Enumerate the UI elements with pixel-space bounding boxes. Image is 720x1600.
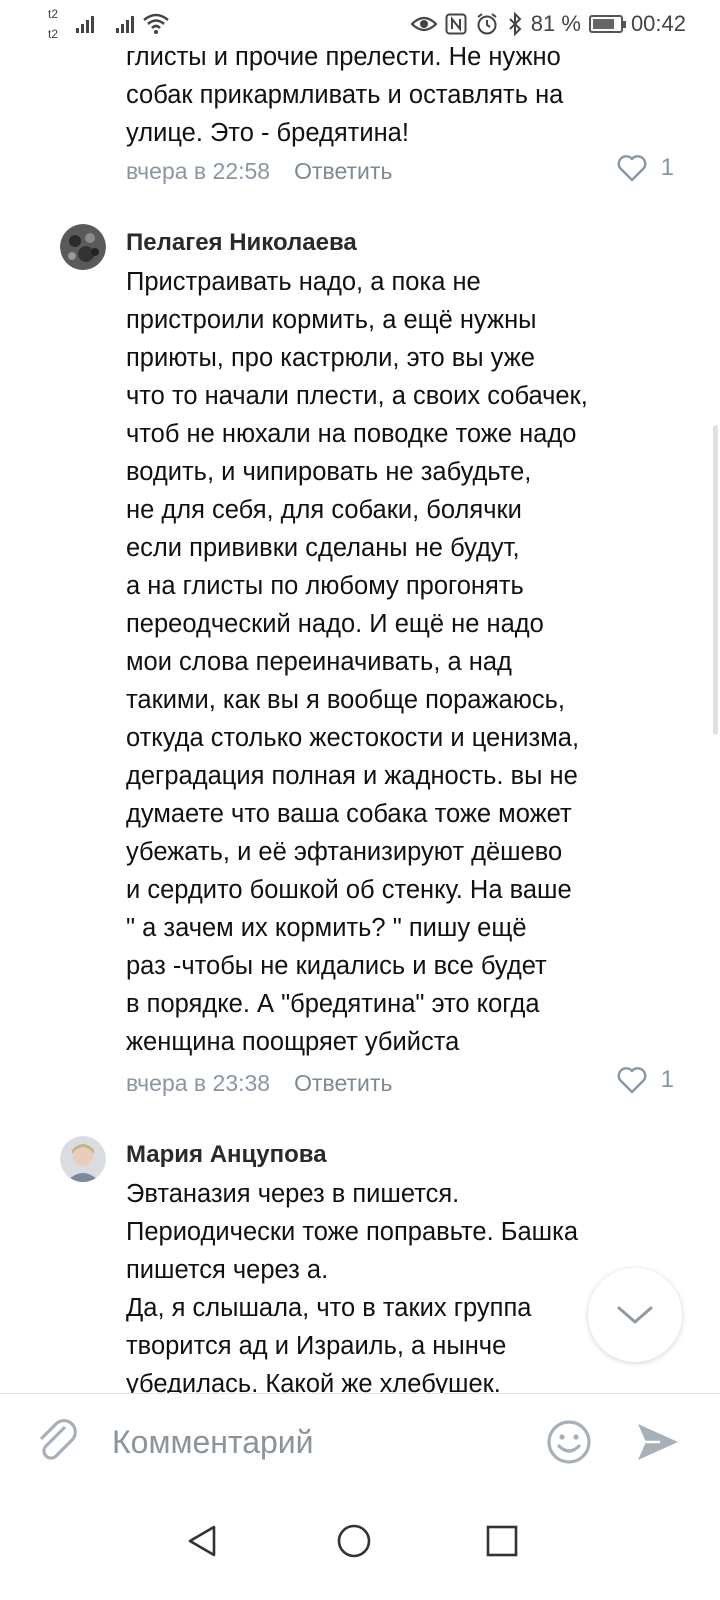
comment-meta: вчера в 23:38 Ответить	[126, 1068, 392, 1098]
chevron-down-icon	[617, 1306, 653, 1324]
paperclip-icon[interactable]	[34, 1418, 82, 1466]
like-count: 1	[660, 1066, 674, 1093]
comment-line: откуда столько жестокости и ценизма,	[126, 724, 580, 752]
comment-line: Пристраивать надо, а пока не	[126, 268, 481, 296]
triangle-back-icon	[188, 1525, 216, 1557]
comment-line: пристроили кормить, а ещё нужны	[126, 306, 537, 334]
comment-line: женщина поощряет убийста	[126, 1028, 460, 1056]
comment-line: если прививки сделаны не будут,	[126, 534, 520, 562]
nav-home-button[interactable]	[324, 1511, 384, 1571]
nav-recents-button[interactable]	[472, 1511, 532, 1571]
comment-line: мои слова переиначивать, а над	[126, 648, 512, 676]
circle-home-icon	[337, 1524, 371, 1558]
square-recents-icon	[486, 1525, 518, 1557]
battery-icon	[588, 15, 626, 33]
comment-line: водить, и чипировать не забудьте,	[126, 458, 532, 486]
comment-line: не для себя, для собаки, болячки	[126, 496, 522, 524]
comment-line: " а зачем их кормить? " пишу ещё	[126, 914, 527, 942]
comment-line: глисты и прочие прелести. Не нужно	[126, 43, 561, 71]
comment-line: Эвтаназия через в пишется.	[126, 1180, 460, 1208]
send-arrow-icon[interactable]	[634, 1418, 682, 1466]
system-nav-bar	[0, 1491, 720, 1600]
eye-icon	[410, 16, 437, 32]
scrollbar[interactable]	[713, 425, 718, 735]
like-button[interactable]: 1	[617, 154, 674, 182]
comment-line: а на глисты по любому прогонять	[126, 572, 524, 600]
comment-line: деградация полная и жадность. вы не	[126, 762, 578, 790]
avatar[interactable]	[60, 224, 106, 270]
wifi-icon	[143, 13, 169, 34]
comment-date: вчера в 22:58	[126, 158, 271, 184]
carrier-label-2: t2	[48, 27, 59, 41]
comment-line: убежать, и её эфтанизируют дёшево	[126, 838, 563, 866]
reply-button[interactable]: Ответить	[294, 156, 392, 186]
like-count: 1	[660, 154, 674, 181]
battery-percent: 81 %	[530, 11, 581, 36]
smiley-icon[interactable]	[545, 1418, 593, 1466]
comment-line: собак прикармливать и оставлять на	[126, 81, 564, 109]
comment-line: что то начали плести, а своих собачек,	[126, 382, 588, 410]
comment-line: переодческий надо. И ещё не надо	[126, 610, 544, 638]
signal-icon	[76, 13, 94, 33]
bluetooth-icon	[509, 12, 522, 36]
comment-input[interactable]	[112, 1420, 522, 1464]
comment-line: убедилась. Какой же хлебушек.	[126, 1370, 501, 1393]
clock: 00:42	[630, 11, 686, 36]
comment-line: и сердито бошкой об стенку. На ваше	[126, 876, 572, 904]
comment-line: раз -чтобы не кидались и все будет	[126, 952, 547, 980]
nfc-icon	[445, 13, 467, 35]
comment-line: улице. Это - бредятина!	[126, 119, 409, 147]
comment-author[interactable]: Пелагея Николаева	[126, 228, 357, 258]
comment-text: Пристраивать надо, а пока не пристроили …	[126, 263, 686, 1061]
comment-author[interactable]: Мария Анцупова	[126, 1140, 327, 1170]
comment-composer	[0, 1393, 720, 1491]
comment-date: вчера в 23:38	[126, 1070, 271, 1096]
reply-button[interactable]: Ответить	[294, 1068, 392, 1098]
comment-line: такими, как вы я вообще поражаюсь,	[126, 686, 565, 714]
avatar[interactable]	[60, 1136, 106, 1182]
status-icons: 81 % 00:42	[410, 11, 686, 37]
like-button[interactable]: 1	[617, 1066, 674, 1094]
alarm-icon	[477, 13, 497, 35]
comment-meta: вчера в 22:58 Ответить	[126, 156, 392, 186]
comment-line: в порядке. А "бредятина" это когда	[126, 990, 540, 1018]
comment-line: думаете что ваша собака тоже может	[126, 800, 572, 828]
nav-back-button[interactable]	[172, 1511, 232, 1571]
heart-icon	[617, 1067, 646, 1094]
carrier-label-1: t2	[48, 7, 59, 21]
comment-line: чтоб не нюхали на поводке тоже надо	[126, 420, 577, 448]
scroll-down-button[interactable]	[588, 1268, 682, 1362]
comment-line: приюты, про кастрюли, это вы уже	[126, 344, 535, 372]
comment-text: глисты и прочие прелести. Не нужно собак…	[126, 38, 686, 152]
comment-line: Периодически тоже поправьте. Башка	[126, 1218, 579, 1246]
signal-icon	[116, 13, 134, 33]
heart-icon	[617, 155, 646, 182]
